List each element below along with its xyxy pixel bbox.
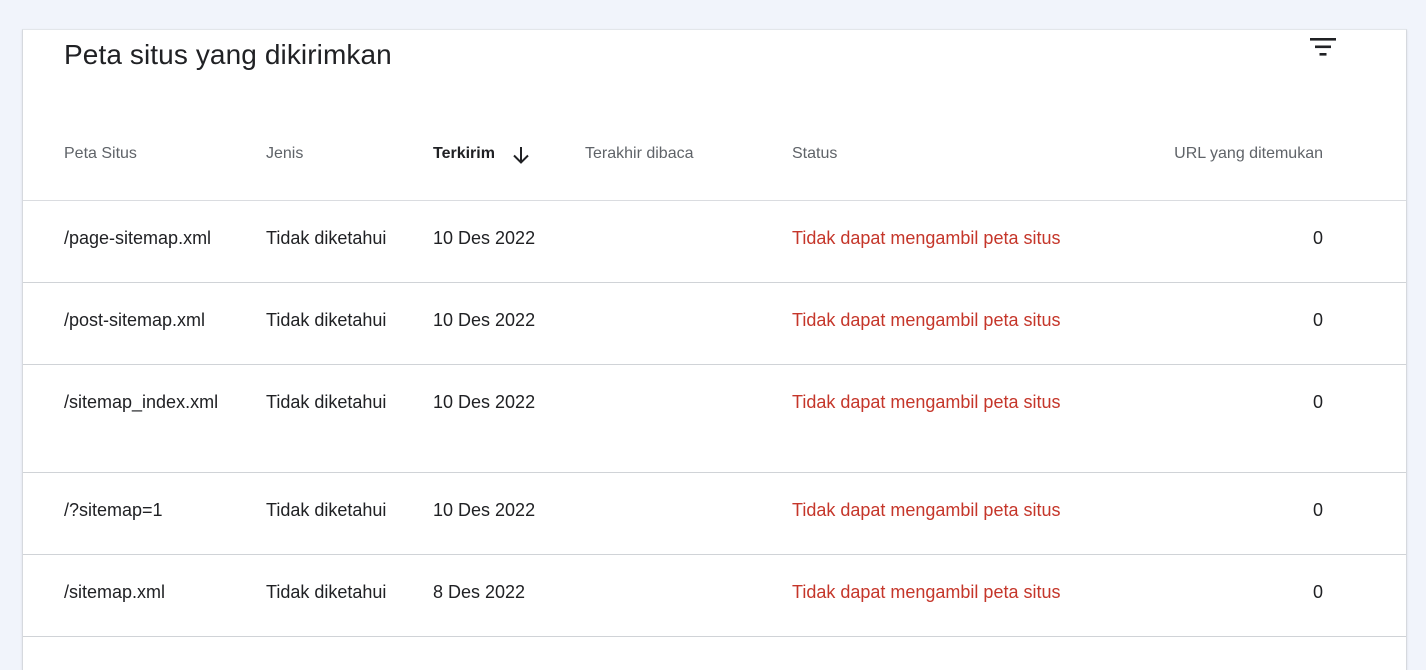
cell-status: Tidak dapat mengambil peta situs bbox=[792, 392, 1061, 412]
table-row[interactable]: /page-sitemap.xml Tidak diketahui 10 Des… bbox=[23, 201, 1406, 283]
cell-type: Tidak diketahui bbox=[266, 392, 387, 412]
cell-submitted: 10 Des 2022 bbox=[433, 228, 536, 248]
filter-button[interactable] bbox=[1301, 30, 1347, 66]
table-row[interactable]: /sitemap_index.xml Tidak diketahui 10 De… bbox=[23, 365, 1406, 473]
column-header-submitted-label: Terkirim bbox=[433, 145, 495, 162]
cell-status: Tidak dapat mengambil peta situs bbox=[792, 310, 1061, 330]
cell-urls-found: 0 bbox=[1312, 310, 1323, 330]
cell-status: Tidak dapat mengambil peta situs bbox=[792, 228, 1061, 248]
cell-status: Tidak dapat mengambil peta situs bbox=[792, 582, 1061, 602]
cell-submitted: 10 Des 2022 bbox=[433, 310, 536, 330]
column-header-submitted[interactable]: Terkirim bbox=[433, 120, 543, 200]
cell-type: Tidak diketahui bbox=[266, 310, 387, 330]
cell-sitemap: /post-sitemap.xml bbox=[64, 310, 206, 330]
cell-urls-found: 0 bbox=[1312, 392, 1323, 412]
cell-type: Tidak diketahui bbox=[266, 500, 387, 520]
cell-submitted: 10 Des 2022 bbox=[433, 392, 536, 412]
column-header-last-read[interactable]: Terakhir dibaca bbox=[585, 120, 694, 200]
column-header-urls[interactable]: URL yang ditemukan bbox=[1123, 120, 1323, 200]
cell-sitemap: /sitemap_index.xml bbox=[64, 392, 219, 412]
cell-sitemap: /page-sitemap.xml bbox=[64, 228, 212, 248]
table-row[interactable]: /sitemap.xml Tidak diketahui 8 Des 2022 … bbox=[23, 555, 1406, 637]
card-title: Peta situs yang dikirimkan bbox=[64, 39, 392, 70]
cell-urls-found: 0 bbox=[1312, 228, 1323, 248]
table-row[interactable]: /?sitemap=1 Tidak diketahui 10 Des 2022 … bbox=[23, 473, 1406, 555]
cell-urls-found: 0 bbox=[1312, 582, 1323, 602]
cell-status: Tidak dapat mengambil peta situs bbox=[792, 500, 1061, 520]
submitted-sitemaps-card: Peta situs yang dikirimkan Peta Situs Je… bbox=[22, 29, 1407, 670]
column-header-sitemap[interactable]: Peta Situs bbox=[64, 120, 137, 200]
cell-sitemap: /?sitemap=1 bbox=[64, 500, 163, 520]
filter-icon bbox=[1310, 38, 1336, 56]
table-header: Peta Situs Jenis Terkirim Terakhir dibac… bbox=[23, 120, 1406, 201]
cell-type: Tidak diketahui bbox=[266, 582, 387, 602]
cell-submitted: 10 Des 2022 bbox=[433, 500, 536, 520]
arrow-down-icon bbox=[513, 147, 529, 164]
column-header-status[interactable]: Status bbox=[792, 120, 837, 200]
cell-type: Tidak diketahui bbox=[266, 228, 387, 248]
table-row[interactable]: /post-sitemap.xml Tidak diketahui 10 Des… bbox=[23, 283, 1406, 365]
cell-urls-found: 0 bbox=[1312, 500, 1323, 520]
column-header-type[interactable]: Jenis bbox=[266, 120, 303, 200]
cell-submitted: 8 Des 2022 bbox=[433, 582, 526, 602]
cell-sitemap: /sitemap.xml bbox=[64, 582, 166, 602]
